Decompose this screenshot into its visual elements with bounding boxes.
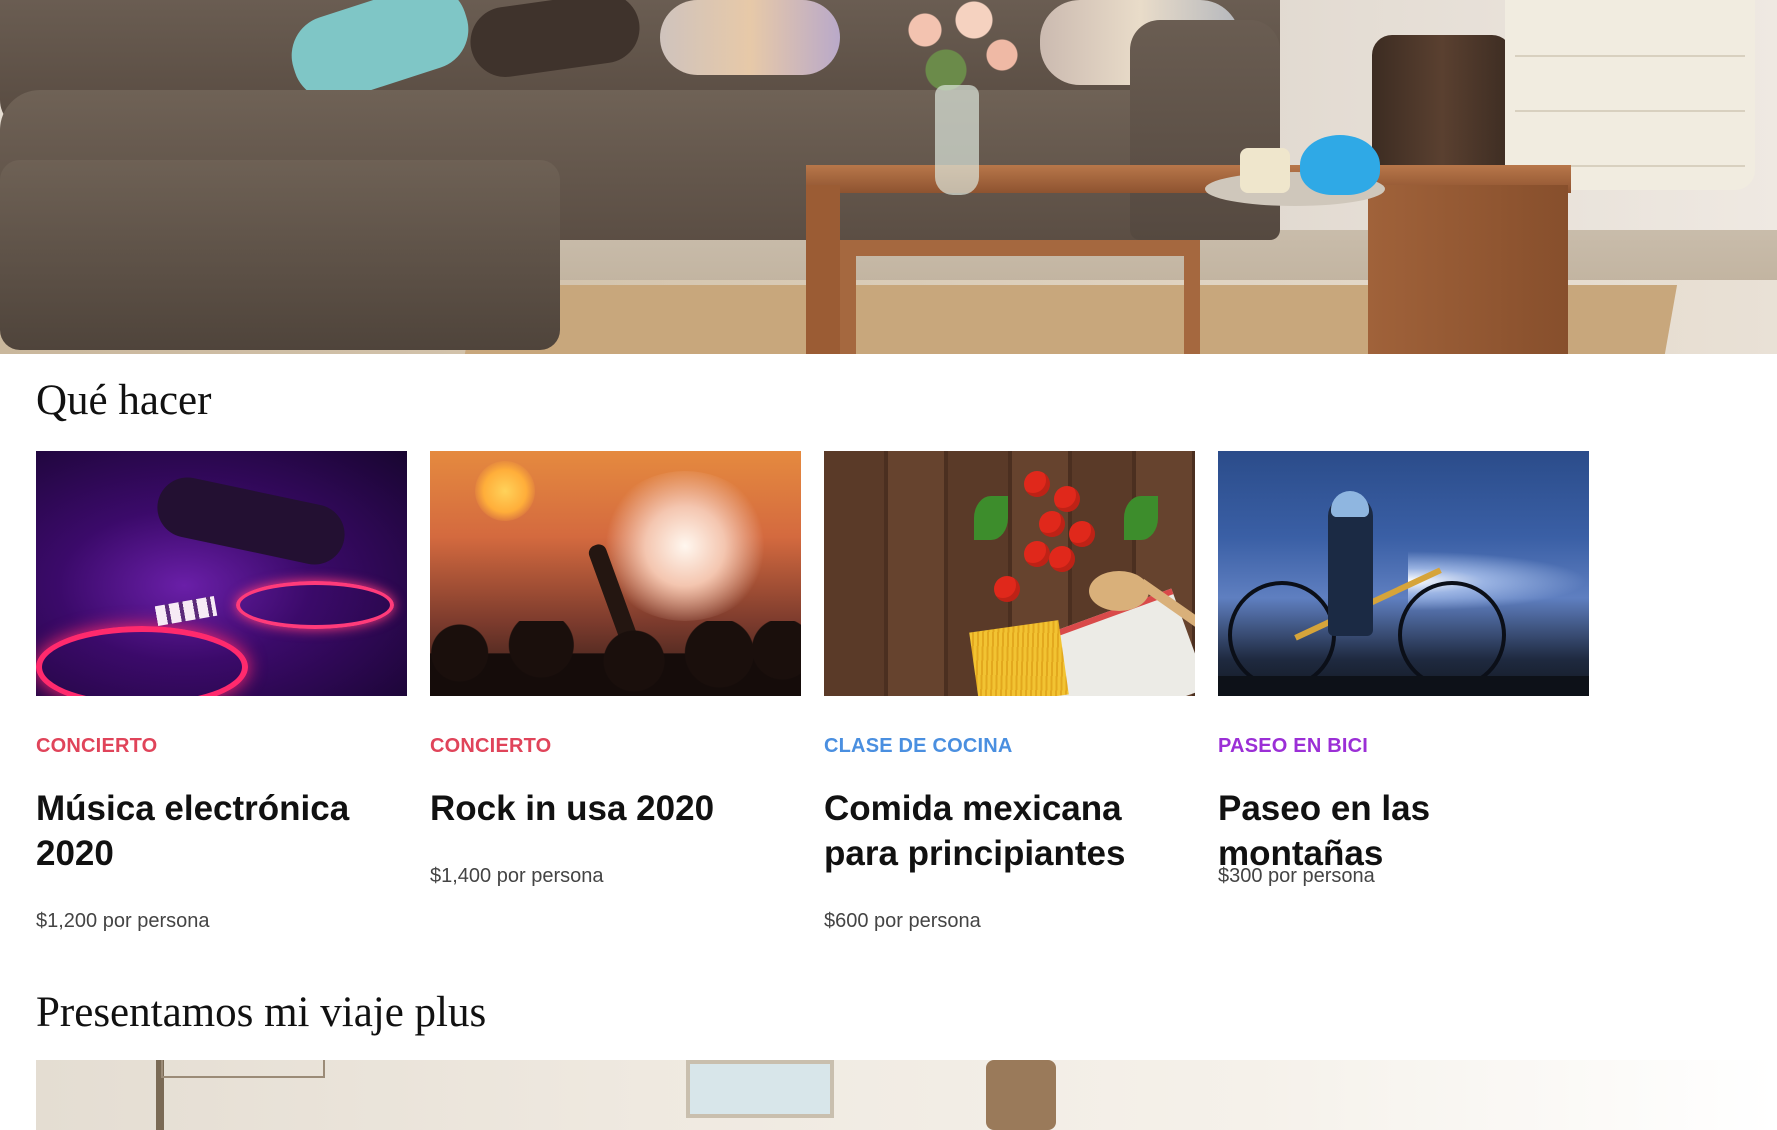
hero-sofa-chaise bbox=[0, 160, 560, 350]
hero-image bbox=[0, 0, 1777, 354]
activity-title[interactable]: Música electrónica 2020 bbox=[36, 786, 407, 876]
activity-price: $600 por persona bbox=[824, 910, 981, 932]
hero-pillow bbox=[660, 0, 840, 75]
activity-thumbnail-concert[interactable] bbox=[430, 451, 801, 696]
activity-card[interactable]: CONCIERTO Música electrónica 2020 $1,200… bbox=[36, 451, 407, 932]
hero-candle bbox=[1240, 148, 1290, 193]
activity-thumbnail-bike[interactable] bbox=[1218, 451, 1589, 696]
activity-thumbnail-dj[interactable] bbox=[36, 451, 407, 696]
activity-category: CONCIERTO bbox=[36, 735, 158, 757]
hero-table-leg bbox=[1368, 185, 1568, 354]
section-title-plus: Presentamos mi viaje plus bbox=[36, 989, 487, 1036]
activity-category: CLASE DE COCINA bbox=[824, 735, 1013, 757]
hero-sofa-arm bbox=[1130, 20, 1280, 240]
activity-price: $1,200 por persona bbox=[36, 910, 210, 932]
activity-title[interactable]: Paseo en las montañas bbox=[1218, 786, 1589, 876]
activity-price: $1,400 por persona bbox=[430, 865, 604, 887]
activity-card[interactable]: CLASE DE COCINA Comida mexicana para pri… bbox=[824, 451, 1195, 932]
hero-nesting-table bbox=[840, 240, 1200, 354]
hero-table-leg bbox=[806, 185, 840, 354]
activity-title[interactable]: Rock in usa 2020 bbox=[430, 786, 801, 831]
hero-blue-decor bbox=[1300, 135, 1380, 195]
hero-dresser bbox=[1505, 0, 1755, 190]
section-title-what-to-do: Qué hacer bbox=[36, 377, 212, 424]
activity-title[interactable]: Comida mexicana para principiantes bbox=[824, 786, 1195, 876]
plus-feature-image[interactable] bbox=[36, 1060, 1776, 1130]
activity-card[interactable]: PASEO EN BICI Paseo en las montañas $300… bbox=[1218, 451, 1589, 887]
hero-vase bbox=[935, 85, 979, 195]
activity-card[interactable]: CONCIERTO Rock in usa 2020 $1,400 por pe… bbox=[430, 451, 801, 887]
activity-category: PASEO EN BICI bbox=[1218, 735, 1369, 757]
activity-category: CONCIERTO bbox=[430, 735, 552, 757]
activity-thumbnail-cooking[interactable] bbox=[824, 451, 1195, 696]
hero-barrel bbox=[1372, 35, 1512, 175]
activity-price: $300 por persona bbox=[1218, 865, 1375, 887]
